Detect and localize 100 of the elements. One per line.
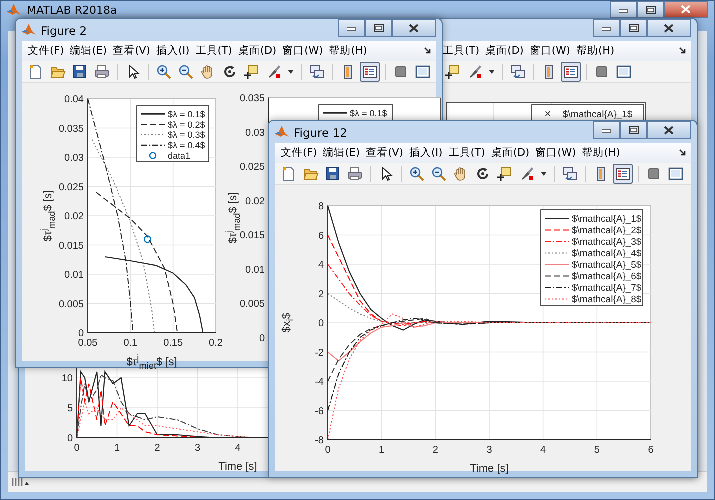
menu-item[interactable]: 桌面(D): [486, 44, 524, 58]
tick-label: -2: [315, 348, 324, 359]
tick-label: 0.2: [209, 338, 223, 349]
caret-icon: [489, 70, 495, 74]
legend-button[interactable]: [360, 62, 380, 82]
legend-label: $λ = 0.1$: [168, 109, 206, 120]
maximize-button[interactable]: [365, 19, 392, 37]
tick-label: 4: [318, 260, 324, 271]
brush-icon: [467, 64, 483, 80]
legend-label: $\mathcal{A}_5$: [572, 260, 642, 272]
menu-item[interactable]: 编辑(E): [70, 44, 108, 58]
brush-icon: [266, 64, 282, 80]
tick-label: 0.035: [58, 124, 84, 135]
axis-label: $τ$^{j}$$_{miet}$$ [s]: [126, 353, 178, 371]
tick-label: 0.15: [164, 338, 184, 349]
maximize-button[interactable]: [637, 1, 664, 18]
tick-label: 0: [78, 328, 84, 340]
legend-label: $\mathcal{A}_7$: [572, 283, 642, 294]
close-button[interactable]: [392, 19, 436, 37]
menu-item[interactable]: 工具(T): [443, 44, 480, 58]
close-icon: [664, 24, 674, 32]
rotate-icon: [475, 166, 491, 182]
tick-label: 0.01: [64, 270, 84, 281]
axis-label: Time [s]: [470, 462, 509, 476]
maximize-button[interactable]: [620, 19, 647, 37]
legend-line-sample: [545, 230, 569, 231]
status-grip-icon: [12, 477, 30, 487]
window-icon: [415, 64, 431, 80]
legend-label: $\mathcal{A}_1$: [563, 109, 633, 120]
menu-item[interactable]: 插入(I): [409, 146, 443, 160]
minimize-button[interactable]: [593, 121, 620, 139]
menu-item[interactable]: 窗口(W): [530, 44, 570, 58]
tick-label: 0.005: [58, 299, 84, 310]
close-button[interactable]: [664, 1, 708, 18]
tick-label: 0.025: [58, 182, 84, 194]
menu-item[interactable]: 编辑(E): [323, 146, 360, 160]
dock-arrow-icon: [679, 47, 687, 55]
menu-item[interactable]: 查看(V): [113, 44, 150, 58]
close-icon: [664, 126, 674, 134]
tick-label: 0.015: [240, 230, 265, 242]
minimize-button[interactable]: [338, 19, 365, 37]
tick-label: 5: [594, 445, 600, 456]
legend-label: $\mathcal{A}_6$: [572, 272, 642, 283]
minimize-button[interactable]: [593, 19, 620, 37]
tick-label: -6: [315, 406, 324, 418]
legend-marker-icon: [149, 152, 157, 160]
minimize-icon: [619, 6, 628, 12]
tick-label: 0.02: [64, 212, 84, 222]
tick-label: 1: [379, 445, 385, 456]
legend-label: $\mathcal{A}_3$: [572, 237, 642, 248]
menu-item[interactable]: 桌面(D): [238, 44, 277, 58]
tick-label: 0: [74, 443, 80, 454]
legend-line-sample: [545, 287, 569, 288]
close-button[interactable]: [647, 19, 691, 37]
menu-item[interactable]: 插入(I): [156, 44, 190, 58]
menu-item[interactable]: 帮助(H): [576, 44, 615, 58]
linked-plots-icon: [510, 64, 526, 80]
menu-item[interactable]: 查看(V): [366, 146, 404, 160]
maximize-button[interactable]: [620, 121, 647, 139]
legend-label: $λ = 0.2$: [168, 120, 206, 130]
window-icon: [668, 166, 684, 182]
save-icon: [325, 166, 341, 182]
tick-label: 10: [62, 374, 73, 384]
minimize-button[interactable]: [610, 1, 637, 18]
legend-line-sample: [141, 134, 165, 136]
tick-label: 8: [318, 202, 324, 212]
close-button[interactable]: [647, 121, 691, 139]
menu-item[interactable]: 工具(T): [448, 146, 486, 160]
menu-item[interactable]: 帮助(H): [582, 146, 620, 160]
tick-label: 0.03: [246, 128, 265, 139]
menu-item[interactable]: 窗口(W): [282, 44, 324, 58]
menu-item[interactable]: 窗口(W): [536, 146, 576, 160]
menu-item[interactable]: 桌面(D): [491, 146, 530, 160]
menu-item[interactable]: 文件(F): [281, 146, 318, 160]
legend-line-sample: [141, 114, 165, 115]
tick-label: 0: [67, 434, 73, 444]
app-logo-icon: [22, 24, 36, 36]
legend-button[interactable]: [613, 164, 633, 184]
menu-item[interactable]: 文件(F): [28, 44, 64, 58]
app-logo-icon: [7, 4, 21, 16]
legend-line-sample: [545, 241, 569, 242]
legend-label: $\mathcal{A}_4$: [572, 248, 642, 260]
tick-label: 4: [540, 445, 546, 456]
legend-icon: [563, 64, 579, 80]
new-file-icon: [28, 64, 44, 80]
legend-label: $λ = 0.4$: [168, 140, 206, 151]
menu-item[interactable]: 帮助(H): [329, 44, 368, 58]
maximize-icon: [646, 6, 656, 14]
menu-item[interactable]: 工具(T): [196, 44, 232, 58]
legend-line-sample: [141, 144, 165, 146]
brush-icon: [519, 166, 535, 182]
app-logo-icon: [275, 126, 289, 138]
tick-label: 0.03: [64, 153, 84, 164]
zoom-out-icon: [178, 64, 194, 80]
caret-icon: [541, 172, 547, 176]
legend-icon: [615, 166, 631, 182]
legend-button[interactable]: [561, 62, 581, 82]
tick-label: 0.015: [58, 240, 84, 252]
legend-line-sample: [545, 252, 569, 254]
legend-line-sample: [545, 218, 569, 220]
